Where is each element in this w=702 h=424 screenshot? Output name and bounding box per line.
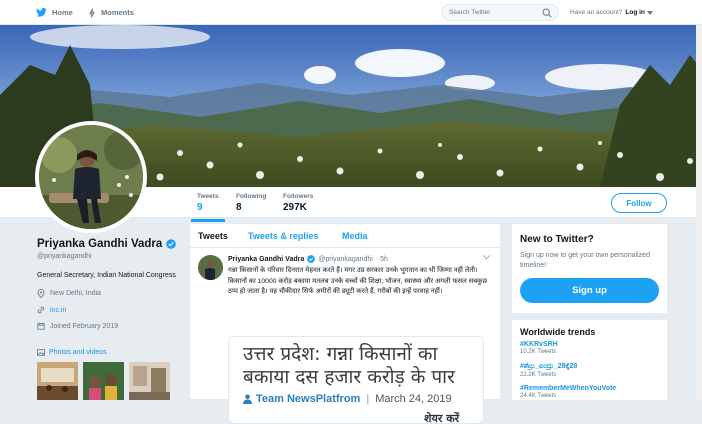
account-area: Have an account? Log in <box>570 0 653 25</box>
profile-name[interactable]: Priyanka Gandhi Vadra <box>37 238 162 250</box>
search-placeholder: Search Twitter <box>449 9 491 16</box>
tweet-header: Priyanka Gandhi Vadra @priyankagandhi · … <box>228 255 388 263</box>
trend-count: 22.2K Tweets <box>520 372 557 378</box>
tweet-avatar[interactable] <box>198 255 223 280</box>
profile-name-row: Priyanka Gandhi Vadra <box>37 238 177 250</box>
stat-followers[interactable]: Followers 297K <box>283 193 313 213</box>
tweet-time[interactable]: · 5h <box>376 256 388 263</box>
nav-moments[interactable]: Moments <box>88 0 134 25</box>
lightning-icon <box>89 7 95 18</box>
media-thumbnail[interactable] <box>129 362 170 400</box>
stat-following-value: 8 <box>236 202 242 213</box>
search-icon[interactable] <box>542 8 552 18</box>
nav-home-label: Home <box>52 8 73 17</box>
signup-module: New to Twitter? Sign up now to get your … <box>512 224 667 313</box>
verified-badge-icon <box>166 239 177 249</box>
link-icon <box>37 306 45 314</box>
stat-followers-label: Followers <box>283 193 314 200</box>
avatar[interactable] <box>35 121 147 233</box>
calendar-icon <box>37 322 45 330</box>
trend-item[interactable]: #RememberMeWhenYouVote 24.4K Tweets <box>520 385 616 399</box>
profile-location: New Delhi, India <box>37 289 177 298</box>
tab-tweets[interactable]: Tweets <box>198 231 228 241</box>
bird-icon <box>36 8 47 17</box>
stat-following[interactable]: Following 8 <box>236 193 266 213</box>
user-icon <box>243 394 252 404</box>
card-date: March 24, 2019 <box>375 393 452 405</box>
verified-badge-icon <box>307 255 316 263</box>
search-input[interactable]: Search Twitter <box>441 4 559 21</box>
profile-website-link[interactable]: inc.in <box>50 307 66 314</box>
media-thumbnail[interactable] <box>37 362 78 400</box>
timeline-tabs: Tweets Tweets & replies Media <box>190 224 500 248</box>
profile-info: Priyanka Gandhi Vadra @priyankagandhi Ge… <box>37 238 177 330</box>
tab-media[interactable]: Media <box>342 231 368 241</box>
location-pin-icon <box>37 289 45 298</box>
media-thumbnail[interactable] <box>83 362 124 400</box>
profile-bio: General Secretary, Indian National Congr… <box>37 272 176 279</box>
stat-tweets-value: 9 <box>197 202 203 213</box>
trends-module: Worldwide trends #KKRvSRH 10.2K Tweets #… <box>512 320 667 400</box>
have-account-text: Have an account? <box>570 9 623 16</box>
profile-handle: @priyankagandhi <box>37 253 92 260</box>
card-headline: उत्तर प्रदेश: गन्ना किसानों का बकाया दस … <box>243 343 455 388</box>
nav-moments-label: Moments <box>101 8 134 17</box>
chevron-down-icon[interactable] <box>483 255 490 260</box>
tweet-link-card[interactable]: उत्तर प्रदेश: गन्ना किसानों का बकाया दस … <box>228 336 484 424</box>
tweet-author[interactable]: Priyanka Gandhi Vadra <box>228 256 304 263</box>
card-source: Team NewsPlatfrom <box>256 393 361 405</box>
trend-tag[interactable]: #RememberMeWhenYouVote <box>520 385 616 392</box>
signup-text: Sign up now to get your own personalized… <box>520 252 650 269</box>
photos-videos-link[interactable]: Photos and videos <box>37 349 107 356</box>
trend-item[interactable]: #ಶೆಟ್ರು_ಐಂದ್ರು_28ಕ್ಕೆ28 22.2K Tweets <box>520 363 577 378</box>
card-separator: | <box>366 393 370 405</box>
tab-tweets-replies[interactable]: Tweets & replies <box>248 231 318 241</box>
trend-tag[interactable]: #KKRvSRH <box>520 341 558 348</box>
trend-count: 10.2K Tweets <box>520 349 557 355</box>
profile-joined: Joined February 2019 <box>37 322 177 330</box>
stat-tweets-label: Tweets <box>197 193 219 200</box>
signup-title: New to Twitter? <box>520 234 594 245</box>
card-source-row: Team NewsPlatfrom | March 24, 2019 <box>243 393 452 405</box>
avatar-image <box>39 125 143 229</box>
trends-title: Worldwide trends <box>520 327 596 337</box>
top-navigation-bar: Home Moments Search Twitter Have an acco… <box>0 0 702 25</box>
trend-item[interactable]: #KKRvSRH 10.2K Tweets <box>520 341 558 355</box>
trend-count: 24.4K Tweets <box>520 393 557 399</box>
profile-website[interactable]: inc.in <box>37 306 177 314</box>
stat-tweets[interactable]: Tweets 9 <box>191 193 225 222</box>
nav-home[interactable]: Home <box>36 0 73 25</box>
chevron-down-icon[interactable] <box>646 10 653 15</box>
profile-location-text: New Delhi, India <box>50 290 101 297</box>
timeline: Tweets Tweets & replies Media Priyanka G… <box>190 224 500 424</box>
tweet-handle: @priyankagandhi <box>318 255 373 263</box>
login-link[interactable]: Log in <box>625 9 645 16</box>
scrollbar[interactable] <box>696 25 702 400</box>
card-share: शेयर करें <box>424 412 460 424</box>
follow-button[interactable]: Follow <box>611 193 667 213</box>
image-icon <box>37 349 45 356</box>
stat-following-label: Following <box>236 193 267 200</box>
photos-videos-label: Photos and videos <box>49 349 107 356</box>
trend-tag[interactable]: #ಶೆಟ್ರು_ಐಂದ್ರು_28ಕ್ಕೆ28 <box>520 363 577 371</box>
tweet-text: गन्ना किसानों के परिवार दिनरात मेहनत करत… <box>228 267 488 296</box>
stat-followers-value: 297K <box>283 202 307 213</box>
signup-button[interactable]: Sign up <box>520 278 659 303</box>
tweet[interactable]: Priyanka Gandhi Vadra @priyankagandhi · … <box>190 248 500 424</box>
profile-joined-text: Joined February 2019 <box>50 322 119 330</box>
media-thumbnails <box>37 362 177 400</box>
